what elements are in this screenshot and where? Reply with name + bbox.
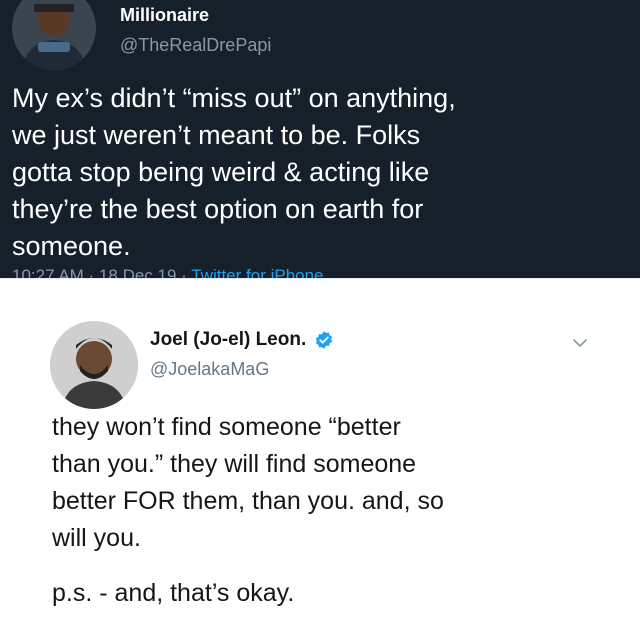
tweet-postscript: p.s. - and, that’s okay.: [52, 579, 295, 607]
display-name[interactable]: Joel (Jo-el) Leon.: [150, 329, 306, 351]
tweet-text: My ex’s didn’t “miss out” on anything, w…: [12, 83, 456, 261]
tweet-text: they won’t find someone “better than you…: [52, 413, 444, 552]
tweet-timestamp[interactable]: 10:27 AM · 18 Dec 19 ·: [12, 266, 191, 278]
user-photo-icon: [12, 0, 96, 70]
tweet-meta: 10:27 AM · 18 Dec 19 · Twitter for iPhon…: [12, 266, 324, 278]
user-handle[interactable]: @TheRealDrePapi: [120, 35, 271, 56]
avatar[interactable]: [50, 321, 138, 409]
reply-tweet-card: Joel (Jo-el) Leon. @JoelakaMaG they won’…: [0, 278, 640, 640]
tweet-source-link[interactable]: Twitter for iPhone: [191, 266, 323, 278]
display-name[interactable]: Millionaire: [120, 5, 209, 26]
screenshot-stage: Millionaire @TheRealDrePapi My ex’s didn…: [0, 0, 640, 640]
chevron-down-icon[interactable]: [570, 333, 590, 353]
user-photo-icon: [50, 321, 138, 409]
top-tweet: Millionaire @TheRealDrePapi My ex’s didn…: [0, 0, 640, 278]
user-handle[interactable]: @JoelakaMaG: [150, 359, 269, 380]
verified-badge-icon: [314, 330, 334, 350]
avatar[interactable]: [12, 0, 96, 70]
display-name-row: Joel (Jo-el) Leon.: [150, 329, 334, 351]
